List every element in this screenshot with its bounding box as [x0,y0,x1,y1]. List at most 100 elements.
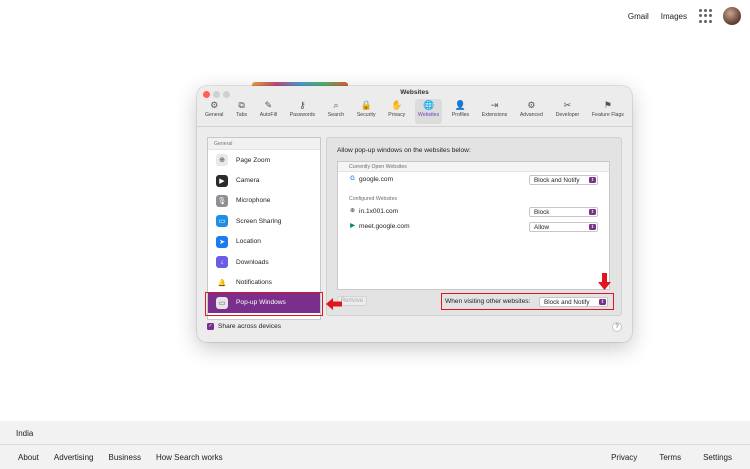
sidebar-item-notifications[interactable]: 🔔 Notifications [208,272,320,292]
tab-label: General [205,112,224,118]
chevron-updown-icon: ⇕ [589,224,596,230]
gear-icon: ⚙ [210,100,219,110]
popup-windows-highlight-box [205,292,323,316]
annotation-arrow-down-icon [598,273,611,290]
tab-label: Tabs [236,112,248,118]
search-icon: ⌕ [333,100,339,110]
configured-websites-header: Configured Websites [349,196,398,202]
site-name: google.com [359,176,394,183]
tab-security[interactable]: 🔒 Security [354,99,379,124]
help-button[interactable]: ? [612,322,622,332]
screen-sharing-icon: ▭ [216,215,228,228]
footer-link-advertising[interactable]: Advertising [54,453,94,462]
site-setting-value: Allow [534,224,550,231]
site-row-meet-google-com[interactable]: ▶ meet.google.com Allow ⇕ [338,219,609,234]
site-setting-select[interactable]: Allow ⇕ [529,222,598,232]
sidebar-item-page-zoom[interactable]: ⊕ Page Zoom [208,150,320,170]
tab-label: Extensions [481,112,508,118]
tab-tabs[interactable]: ⧉ Tabs [233,99,250,124]
websites-list: Currently Open Websites Ggoogle.com Block… [337,161,610,290]
tab-label: AutoFill [259,112,278,118]
footer-link-about[interactable]: About [18,453,39,462]
sidebar-item-location[interactable]: ➤ Location [208,232,320,252]
footer-link-settings[interactable]: Settings [703,453,732,462]
tab-autofill[interactable]: ✎ AutoFill [257,99,280,124]
pane-title: Allow pop-up windows on the websites bel… [337,147,471,154]
camera-icon: ▶ [216,174,228,187]
tab-general[interactable]: ⚙ General [202,99,226,124]
meet-icon: ▶ [350,223,355,229]
footer-right-links: Privacy Terms Settings [611,453,732,462]
footer-country: India [16,429,34,438]
autofill-icon: ✎ [264,100,273,110]
sidebar-item-microphone[interactable]: 🎙 Microphone [208,191,320,211]
toolbar-divider [197,126,632,127]
tab-label: Passwords [289,112,316,118]
tab-feature-flags[interactable]: ⚑ Feature Flags [589,99,627,124]
tab-profiles[interactable]: 👤 Profiles [449,99,472,124]
tab-label: Security [356,112,376,118]
site-name: in.1x001.com [359,208,399,215]
google-footer: India About Advertising Business How Search… [0,421,750,469]
images-link[interactable]: Images [661,12,687,21]
tab-search[interactable]: ⌕ Search [325,99,347,124]
footer-link-terms[interactable]: Terms [659,453,681,462]
lock-icon: 🔒 [360,100,372,110]
zoom-icon: ⊕ [216,154,228,167]
sidebar-item-label: Camera [236,177,260,185]
tab-label: Websites [417,112,440,118]
gears-icon: ⚙ [527,100,536,110]
footer-link-privacy[interactable]: Privacy [611,453,637,462]
site-row-in-1x001-com[interactable]: ⊕ in.1x001.com Block ⇕ [338,204,609,219]
avatar[interactable] [723,7,741,25]
downloads-icon: ↓ [216,256,228,269]
tab-privacy[interactable]: ✋ Privacy [385,99,408,124]
tab-advanced[interactable]: ⚙ Advanced [517,99,546,124]
share-across-devices-row[interactable]: ✓ Share across devices [207,323,281,330]
share-across-devices-checkbox[interactable]: ✓ [207,323,214,330]
site-setting-select[interactable]: Block ⇕ [529,207,598,217]
tab-extensions[interactable]: ⇥ Extensions [479,99,510,124]
chevron-updown-icon: ⇕ [589,209,596,215]
google-top-bar: Gmail Images [628,0,750,32]
settings-toolbar: ⚙ General ⧉ Tabs ✎ AutoFill ⚷ Passwords ⌕ Search 🔒… [202,99,627,124]
tab-label: Advanced [519,112,543,118]
tab-label: Profiles [451,112,470,118]
sidebar-item-downloads[interactable]: ↓ Downloads [208,252,320,272]
annotation-arrow-left-icon [326,298,342,310]
person-icon: 👤 [454,100,467,110]
sidebar-item-camera[interactable]: ▶ Camera [208,170,320,190]
chevron-updown-icon: ⇕ [599,299,606,305]
sidebar-item-label: Page Zoom [236,156,271,164]
site-setting-select[interactable]: Block and Notify ⇕ [529,175,598,185]
footer-divider [0,444,750,445]
other-websites-label: When visiting other websites: [445,298,531,305]
footer-link-how-search-works[interactable]: How Search works [156,453,223,462]
tab-websites[interactable]: 🌐 Websites [414,99,443,124]
tab-label: Privacy [388,112,406,118]
site-row-google-com[interactable]: Ggoogle.com Block and Notify ⇕ [338,172,609,187]
other-websites-value: Block and Notify [544,299,590,306]
globe-icon: ⊕ [349,208,356,214]
tab-developer[interactable]: ✂ Developer [553,99,583,124]
location-icon: ➤ [216,235,228,248]
tabs-icon: ⧉ [238,100,245,110]
tab-label: Feature Flags [591,112,624,118]
sidebar-item-screen-sharing[interactable]: ▭ Screen Sharing [208,211,320,231]
footer-link-business[interactable]: Business [108,453,140,462]
gmail-link[interactable]: Gmail [628,12,649,21]
chevron-updown-icon: ⇕ [589,177,596,183]
microphone-icon: 🎙 [216,194,228,207]
sidebar-item-label: Location [236,238,261,246]
tab-passwords[interactable]: ⚷ Passwords [287,99,318,124]
sidebar-item-label: Screen Sharing [236,217,282,225]
globe-icon: 🌐 [422,100,435,110]
window-title: Websites [400,89,429,96]
settings-window: Websites ⚙ General ⧉ Tabs ✎ AutoFill ⚷ Password… [197,86,632,342]
key-icon: ⚷ [299,100,306,110]
apps-grid-icon[interactable] [699,9,713,23]
other-websites-select[interactable]: Block and Notify ⇕ [539,297,608,307]
site-name: meet.google.com [359,223,410,230]
site-setting-value: Block and Notify [534,177,580,184]
sidebar-item-label: Notifications [236,279,272,287]
